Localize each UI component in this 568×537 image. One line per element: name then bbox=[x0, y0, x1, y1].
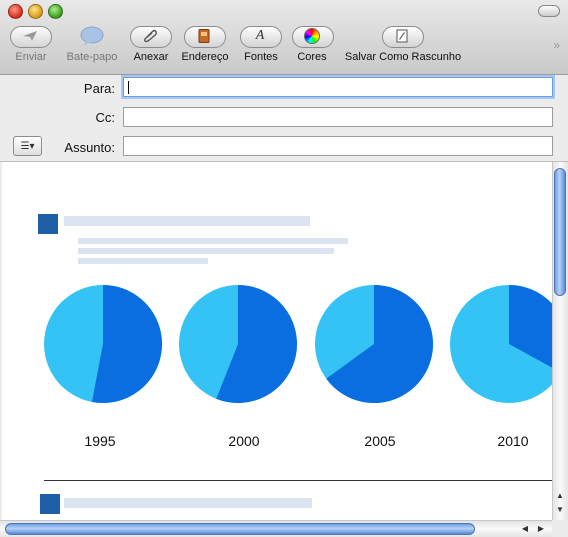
attach-button[interactable]: Anexar bbox=[128, 24, 174, 70]
toolbar-toggle-button[interactable] bbox=[538, 5, 560, 17]
vertical-scrollbar[interactable]: ▲ ▼ bbox=[552, 162, 568, 520]
pie-chart-2000 bbox=[178, 284, 298, 404]
address-button[interactable]: Endereço bbox=[180, 24, 230, 70]
address-label: Endereço bbox=[181, 51, 229, 63]
year-label: 2010 bbox=[497, 433, 529, 449]
send-label: Enviar bbox=[15, 51, 47, 63]
year-label: 2000 bbox=[228, 433, 260, 449]
message-header: Para: Cc: ☰▾ Assunto: bbox=[0, 75, 568, 162]
blurred-text-line bbox=[78, 258, 208, 264]
color-wheel-icon bbox=[292, 28, 332, 44]
fonts-button[interactable]: A Fontes bbox=[238, 24, 284, 70]
year-label: 1995 bbox=[84, 433, 116, 449]
year-label: 2005 bbox=[364, 433, 396, 449]
zoom-window-button[interactable] bbox=[48, 4, 63, 19]
send-button[interactable]: Enviar bbox=[8, 24, 54, 70]
pie-chart-2005 bbox=[314, 284, 434, 404]
toolbar-overflow-icon[interactable]: » bbox=[553, 38, 560, 52]
paperclip-icon bbox=[130, 29, 170, 43]
blurred-text-line bbox=[78, 248, 334, 254]
subject-label: Assunto: bbox=[64, 140, 115, 155]
fonts-label: Fontes bbox=[244, 51, 278, 63]
list-icon: ☰▾ bbox=[20, 140, 35, 152]
embedded-logo bbox=[40, 494, 60, 514]
save-draft-button[interactable]: Salvar Como Rascunho bbox=[340, 24, 466, 70]
vertical-scroll-thumb[interactable] bbox=[554, 168, 566, 296]
resize-corner[interactable] bbox=[552, 520, 568, 537]
pie-svg bbox=[450, 285, 552, 403]
colors-button[interactable]: Cores bbox=[290, 24, 334, 70]
horizontal-scrollbar[interactable]: ◀ ▶ bbox=[0, 520, 552, 537]
blurred-heading bbox=[64, 216, 310, 226]
speech-bubble-icon bbox=[78, 24, 106, 48]
to-field[interactable] bbox=[123, 77, 553, 97]
minimize-window-button[interactable] bbox=[28, 4, 43, 19]
scroll-left-arrow-icon[interactable]: ◀ bbox=[518, 523, 532, 535]
text-caret bbox=[128, 81, 129, 94]
pie-chart-2010 bbox=[449, 284, 552, 404]
scroll-down-arrow-icon[interactable]: ▼ bbox=[553, 504, 567, 516]
chat-button[interactable]: Bate-papo bbox=[62, 24, 122, 70]
blurred-text-line bbox=[78, 238, 348, 244]
font-a-icon: A bbox=[255, 28, 265, 43]
pie-svg bbox=[179, 285, 297, 403]
cc-field[interactable] bbox=[123, 107, 553, 127]
pie-chart-1995 bbox=[43, 284, 163, 404]
attach-label: Anexar bbox=[133, 51, 169, 63]
cc-label: Cc: bbox=[95, 110, 116, 125]
divider bbox=[44, 480, 552, 481]
pie-svg bbox=[315, 285, 433, 403]
horizontal-scroll-thumb[interactable] bbox=[5, 523, 475, 535]
save-draft-label: Salvar Como Rascunho bbox=[344, 51, 462, 63]
message-body[interactable]: 1995 2000 2005 2010 bbox=[2, 162, 552, 520]
colors-label: Cores bbox=[297, 51, 327, 63]
chat-label: Bate-papo bbox=[66, 51, 118, 63]
close-window-button[interactable] bbox=[8, 4, 23, 19]
address-book-icon bbox=[184, 29, 224, 43]
paper-plane-icon bbox=[10, 29, 50, 43]
blurred-heading bbox=[64, 498, 312, 508]
to-label: Para: bbox=[83, 81, 115, 96]
draft-icon bbox=[382, 29, 422, 43]
toolbar: Enviar Bate-papo Anexar Endereço A Fonte… bbox=[0, 0, 568, 75]
scroll-right-arrow-icon[interactable]: ▶ bbox=[534, 523, 548, 535]
scroll-up-arrow-icon[interactable]: ▲ bbox=[553, 490, 567, 502]
mail-compose-window: Enviar Bate-papo Anexar Endereço A Fonte… bbox=[0, 0, 568, 537]
pie-svg bbox=[44, 285, 162, 403]
subject-field[interactable] bbox=[123, 136, 553, 156]
embedded-logo bbox=[38, 214, 58, 234]
header-options-button[interactable]: ☰▾ bbox=[13, 136, 42, 156]
